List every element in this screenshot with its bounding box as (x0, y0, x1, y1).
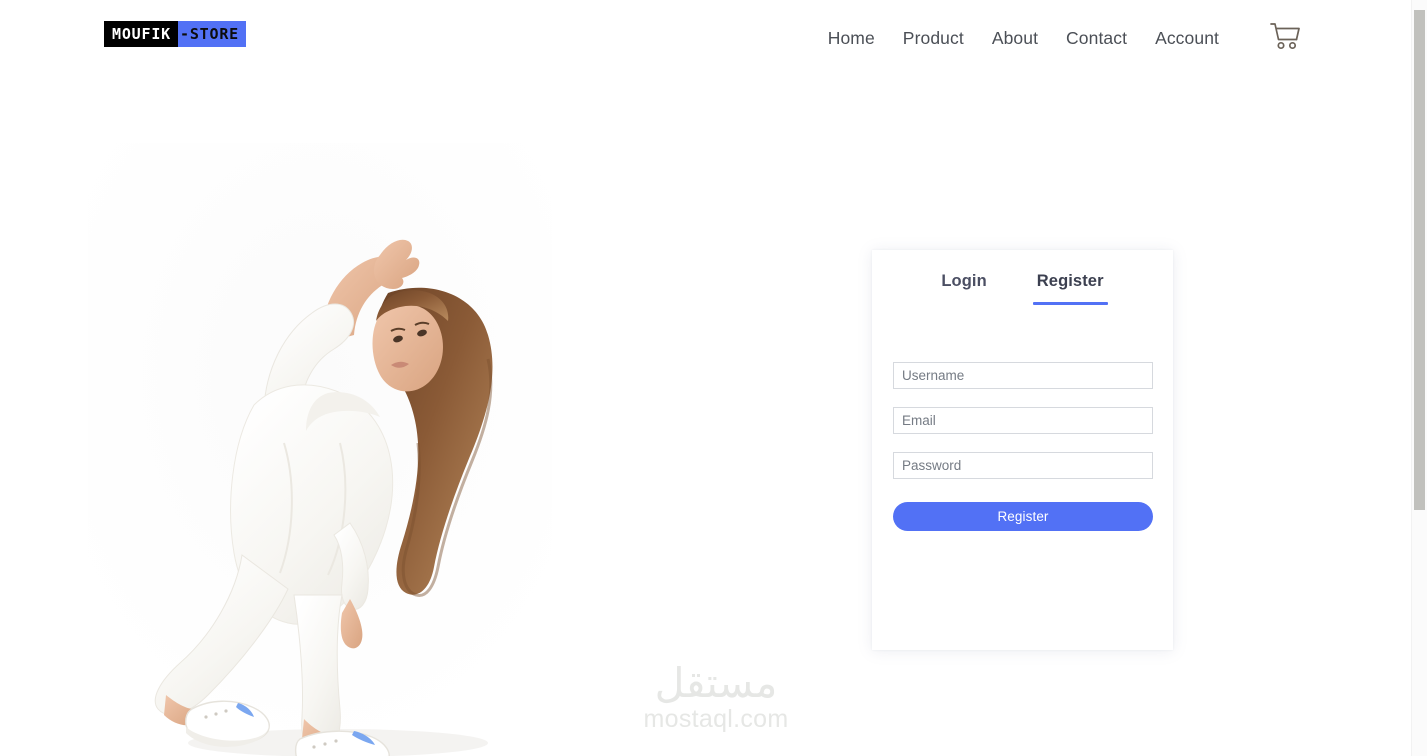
logo-sub-text: -STORE (178, 21, 246, 47)
watermark-latin-text: mostaql.com (643, 705, 789, 734)
tab-register[interactable]: Register (1032, 272, 1108, 305)
register-submit-button[interactable]: Register (893, 502, 1153, 531)
tab-login[interactable]: Login (941, 272, 986, 305)
nav-item-account[interactable]: Account (1155, 28, 1219, 49)
nav-item-about[interactable]: About (992, 28, 1038, 49)
nav-item-product[interactable]: Product (903, 28, 964, 49)
main-navigation: Home Product About Contact Account (828, 22, 1303, 54)
vertical-scrollbar-thumb[interactable] (1414, 10, 1425, 510)
nav-item-home[interactable]: Home (828, 28, 875, 49)
auth-tabs: Login Register (872, 250, 1173, 305)
password-input[interactable] (893, 452, 1153, 479)
register-form: Register (872, 305, 1173, 531)
logo-main-text: MOUFIK (104, 21, 178, 47)
auth-card: Login Register Register (872, 250, 1173, 650)
page-root: MOUFIK -STORE Home Product About Contact… (0, 0, 1427, 756)
username-input[interactable] (893, 362, 1153, 389)
watermark-arabic-text: مستقل (654, 659, 778, 707)
site-logo[interactable]: MOUFIK -STORE (104, 21, 246, 47)
shopping-cart-icon[interactable] (1267, 18, 1303, 54)
site-header: MOUFIK -STORE Home Product About Contact… (0, 0, 1411, 72)
mostaql-watermark: مستقل mostaql.com (628, 659, 804, 734)
nav-item-contact[interactable]: Contact (1066, 28, 1127, 49)
hero-model-image (88, 143, 552, 756)
email-input[interactable] (893, 407, 1153, 434)
vertical-scrollbar-track[interactable] (1411, 0, 1427, 756)
